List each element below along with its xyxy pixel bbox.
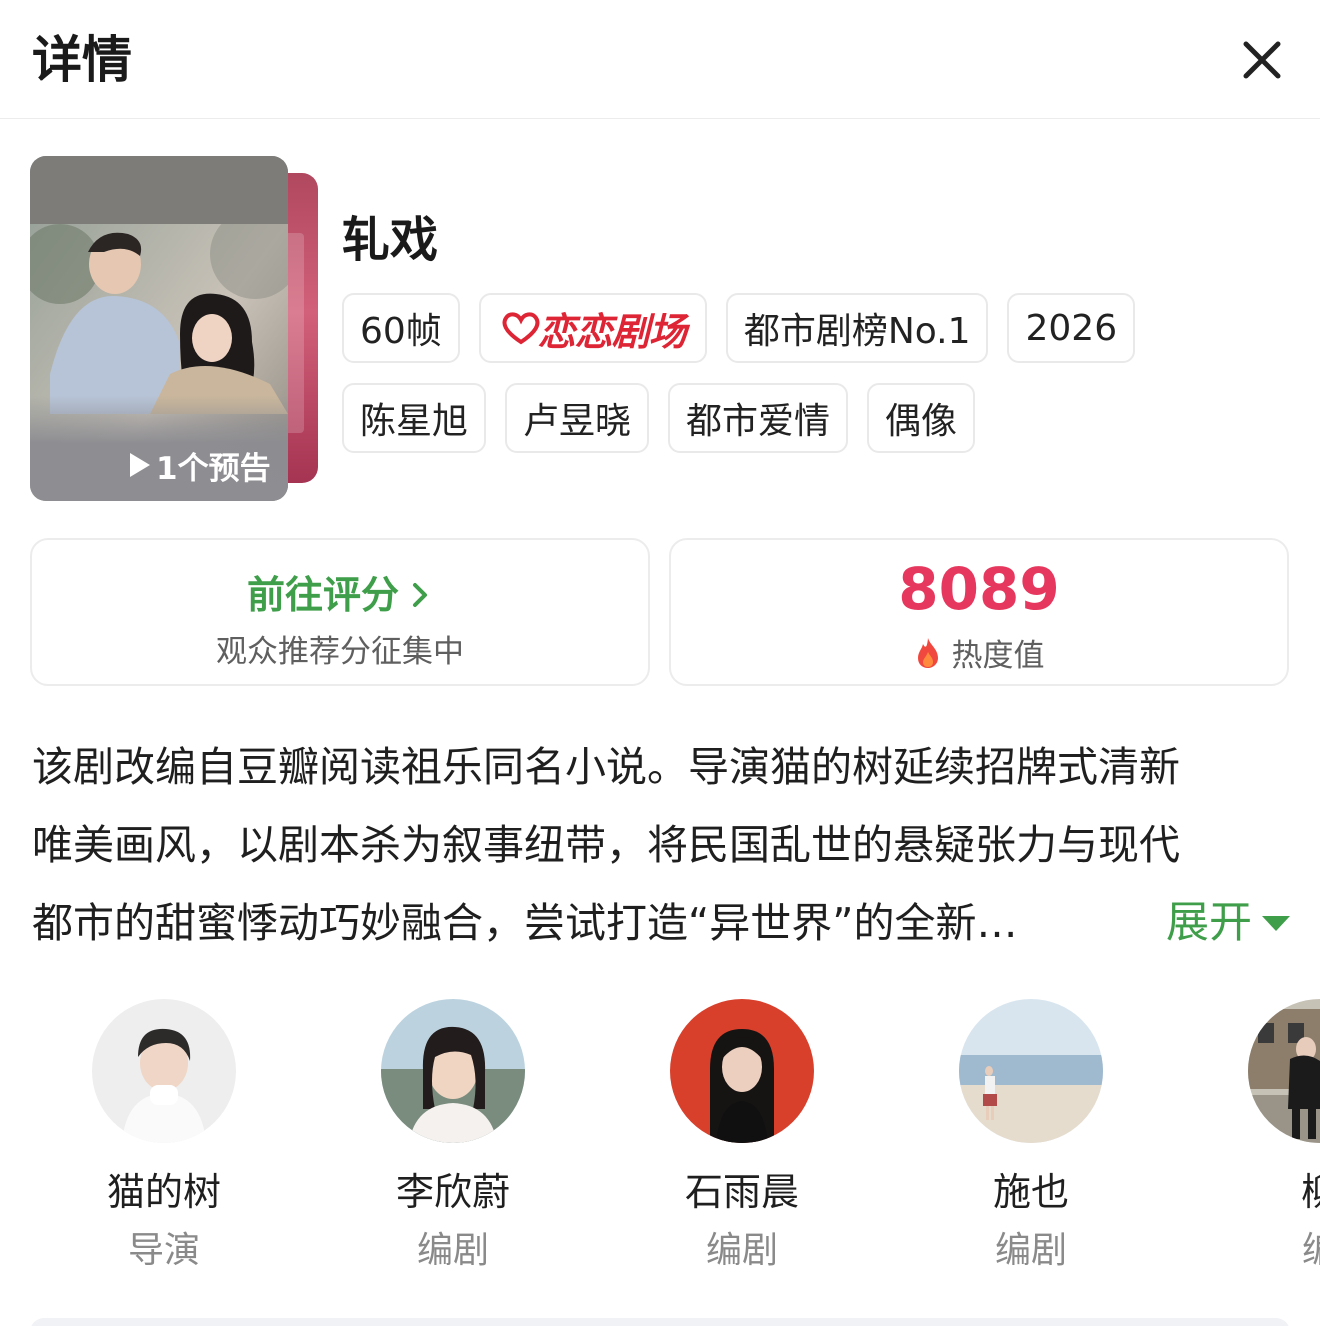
synopsis-line-3: 都市的甜蜜悸动巧妙融合，尝试打造“异世界”的全新… xyxy=(32,899,1018,947)
heat-value: 8089 xyxy=(898,555,1060,623)
tag-year[interactable]: 2026 xyxy=(1007,293,1136,363)
avatar xyxy=(959,999,1103,1143)
close-button[interactable] xyxy=(1232,30,1292,90)
channel-logo: 恋恋剧场 xyxy=(500,301,687,356)
flame-icon xyxy=(917,637,938,668)
avatar xyxy=(92,999,236,1143)
expand-button[interactable]: 展开 xyxy=(1166,884,1292,962)
page-title: 详情 xyxy=(32,31,132,89)
avatar xyxy=(381,999,525,1143)
synopsis-line-3-row: 都市的甜蜜悸动巧妙融合，尝试打造“异世界”的全新… 展开 xyxy=(32,884,1292,962)
person-role: 编 xyxy=(1301,1230,1320,1271)
avatar xyxy=(1248,999,1320,1143)
tag-actor-1[interactable]: 陈星旭 xyxy=(342,383,487,453)
person-role: 导演 xyxy=(127,1230,200,1271)
person-role: 编剧 xyxy=(416,1230,489,1271)
poster-top-band xyxy=(30,156,288,224)
synopsis-line-1: 该剧改编自豆瓣阅读祖乐同名小说。导演猫的树延续招牌式清新 xyxy=(32,743,1180,791)
tag-row-2: 陈星旭 卢昱晓 都市爱情 偶像 xyxy=(342,383,976,453)
detail-sheet: 详情 1个预告 轧戏 60帧 恋恋剧场 都市剧榜No.1 2026 陈星旭 卢昱… xyxy=(0,0,1320,1326)
header: 详情 xyxy=(0,0,1320,119)
caret-down-icon xyxy=(1262,916,1290,931)
tag-category[interactable]: 偶像 xyxy=(867,383,976,453)
tag-genre[interactable]: 都市爱情 xyxy=(668,383,849,453)
chevron-right-icon xyxy=(413,583,427,607)
person-name: 柳 xyxy=(1300,1170,1320,1214)
synopsis-line-2: 唯美画风，以剧本杀为叙事纽带，将民国乱世的悬疑张力与现代 xyxy=(32,821,1180,869)
close-icon xyxy=(1243,41,1281,79)
person-name: 猫的树 xyxy=(106,1170,221,1214)
heart-logo-icon xyxy=(502,312,540,345)
tag-frame-rate[interactable]: 60帧 xyxy=(342,293,460,363)
tag-actor-2[interactable]: 卢昱晓 xyxy=(505,383,650,453)
play-icon xyxy=(130,453,150,477)
avatar xyxy=(670,999,814,1143)
next-section-edge xyxy=(30,1318,1290,1326)
tag-channel-logo[interactable]: 恋恋剧场 xyxy=(478,293,707,363)
rating-subtitle: 观众推荐分征集中 xyxy=(216,634,464,670)
poster[interactable]: 1个预告 xyxy=(30,156,288,501)
rating-card[interactable]: 前往评分 观众推荐分征集中 xyxy=(30,538,650,686)
rate-link[interactable]: 前往评分 xyxy=(32,564,648,619)
tag-row-1: 60帧 恋恋剧场 都市剧榜No.1 2026 xyxy=(342,293,1136,363)
tag-ranking[interactable]: 都市剧榜No.1 xyxy=(725,293,989,363)
synopsis: 该剧改编自豆瓣阅读祖乐同名小说。导演猫的树延续招牌式清新 唯美画风，以剧本杀为叙… xyxy=(32,728,1292,962)
trailer-label: 1个预告 xyxy=(156,450,271,487)
person-role: 编剧 xyxy=(705,1230,778,1271)
show-title: 轧戏 xyxy=(342,212,439,268)
heat-card[interactable]: 8089 热度值 xyxy=(669,538,1289,686)
trailer-badge[interactable]: 1个预告 xyxy=(128,445,271,487)
person-name: 李欣蔚 xyxy=(395,1170,510,1214)
person-name: 石雨晨 xyxy=(684,1170,799,1214)
heat-label-row: 热度值 xyxy=(671,630,1287,675)
person-role: 编剧 xyxy=(994,1230,1067,1271)
heat-label: 热度值 xyxy=(951,638,1045,674)
person-name: 施也 xyxy=(992,1170,1069,1214)
